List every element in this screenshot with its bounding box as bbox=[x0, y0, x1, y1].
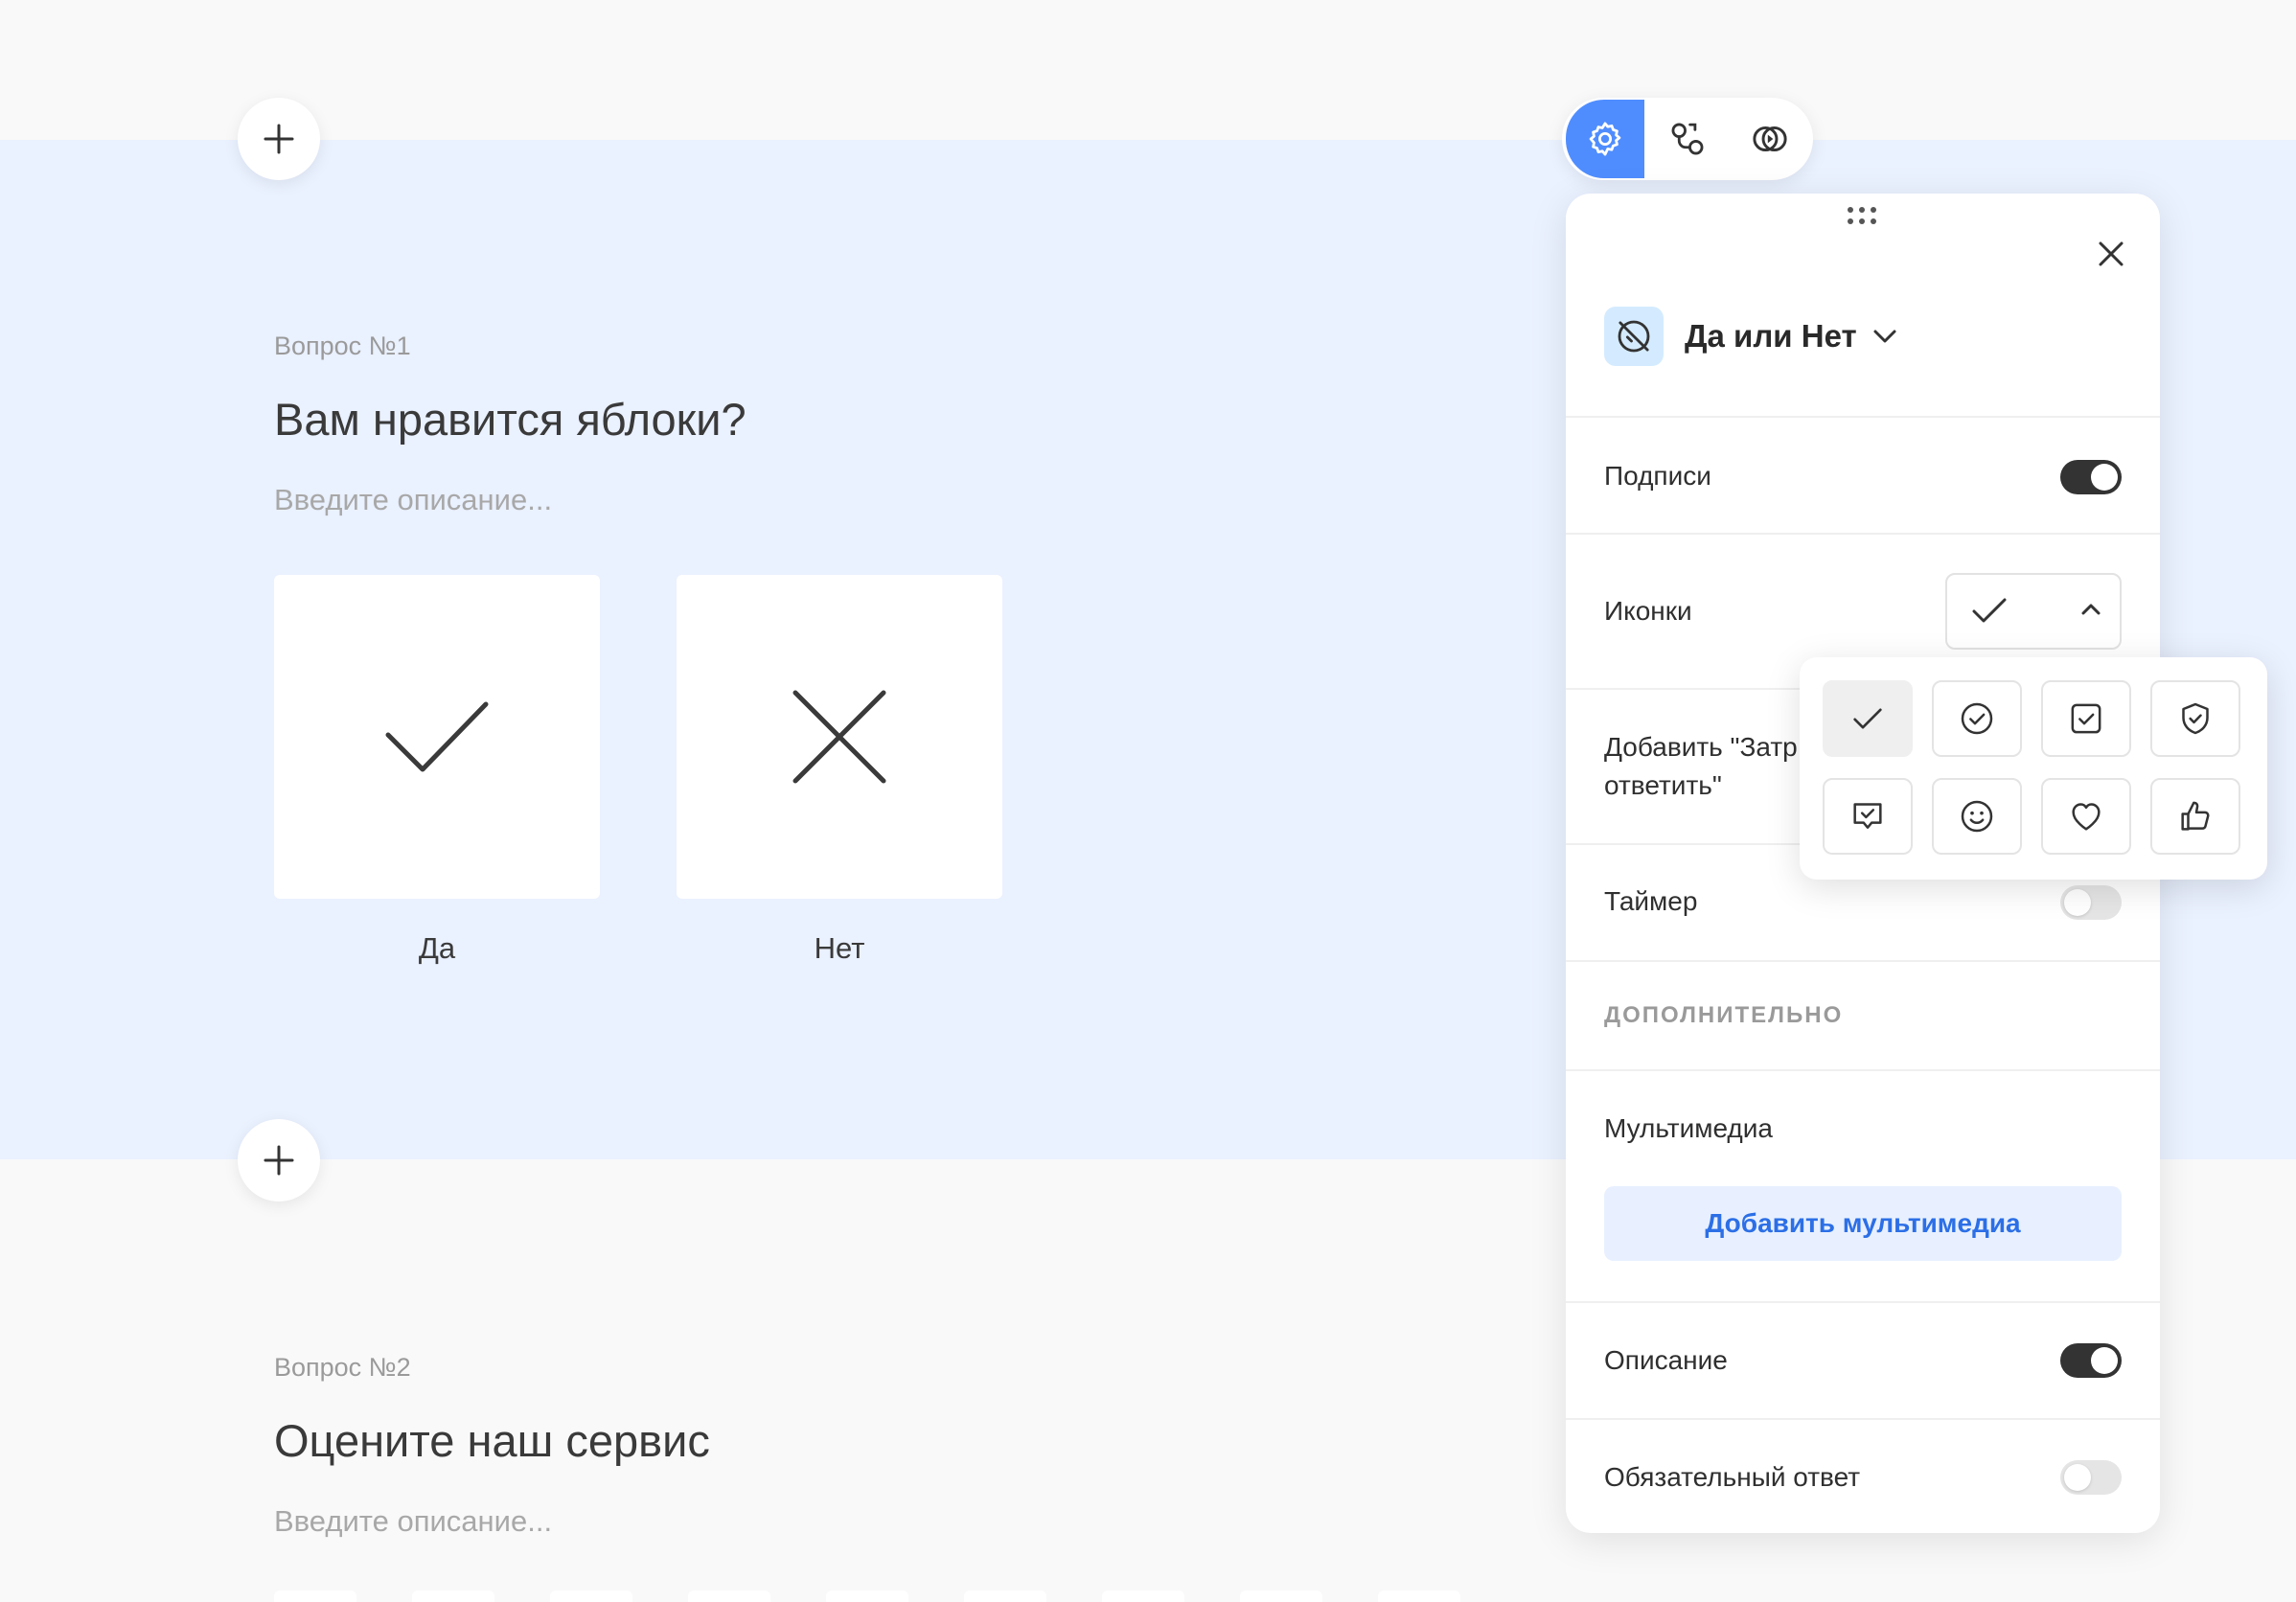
divider bbox=[1566, 416, 2160, 418]
rating-option[interactable] bbox=[1378, 1591, 1460, 1602]
check-icon bbox=[385, 701, 489, 772]
question-description-input[interactable]: Введите описание... bbox=[274, 483, 552, 517]
check-circle-icon bbox=[1961, 702, 1993, 735]
question-number: Вопрос №1 bbox=[274, 332, 411, 360]
timer-label: Таймер bbox=[1604, 886, 1698, 916]
section-header-additional: ДОПОЛНИТЕЛЬНО bbox=[1604, 1002, 1844, 1028]
logic-tab-button[interactable] bbox=[1648, 100, 1727, 178]
rating-option[interactable] bbox=[826, 1591, 908, 1602]
timer-toggle[interactable] bbox=[2060, 885, 2122, 920]
icon-option-thumbs-up[interactable] bbox=[2150, 778, 2240, 855]
skip-option-label: Добавить "Затр bbox=[1604, 732, 1798, 762]
rating-option[interactable] bbox=[550, 1591, 632, 1602]
divider bbox=[1566, 1069, 2160, 1071]
answer-yes-label: Да bbox=[418, 931, 456, 965]
chevron-down-icon bbox=[1872, 329, 1897, 344]
icon-option-check-square[interactable] bbox=[2041, 680, 2131, 757]
question-title[interactable]: Вам нравится яблоки? bbox=[274, 393, 746, 446]
icons-label: Иконки bbox=[1604, 596, 1692, 626]
check-message-icon bbox=[1853, 803, 1882, 829]
divider bbox=[1566, 1418, 2160, 1420]
add-question-button[interactable] bbox=[238, 1119, 320, 1202]
page-top-area bbox=[0, 0, 2296, 140]
question-toolbar bbox=[1562, 98, 1813, 180]
question-description-input[interactable]: Введите описание... bbox=[274, 1504, 552, 1539]
question-type-selector[interactable]: Да или Нет bbox=[1604, 305, 1897, 368]
add-multimedia-button[interactable]: Добавить мультимедиа bbox=[1604, 1186, 2122, 1261]
icon-option-heart[interactable] bbox=[2041, 778, 2131, 855]
answer-no-label: Нет bbox=[814, 931, 865, 965]
smile-icon bbox=[1961, 800, 1993, 833]
question-type-name: Да или Нет bbox=[1685, 318, 1857, 354]
required-answer-label: Обязательный ответ bbox=[1604, 1462, 1861, 1492]
gear-icon bbox=[1589, 122, 1621, 156]
rating-option[interactable] bbox=[964, 1591, 1046, 1602]
thumbs-up-icon bbox=[2181, 801, 2210, 831]
divider bbox=[1566, 960, 2160, 962]
close-panel-button[interactable] bbox=[2089, 232, 2133, 276]
divider bbox=[1566, 533, 2160, 535]
multimedia-label: Мультимедиа bbox=[1604, 1113, 1773, 1143]
description-toggle[interactable] bbox=[2060, 1343, 2122, 1378]
question-number: Вопрос №2 bbox=[274, 1353, 411, 1382]
rating-option[interactable] bbox=[1102, 1591, 1184, 1602]
rating-option[interactable] bbox=[1240, 1591, 1322, 1602]
skip-option-label: ответить" bbox=[1604, 770, 1722, 800]
check-square-icon bbox=[2071, 703, 2101, 734]
icon-option-check[interactable] bbox=[1823, 680, 1913, 757]
check-icon bbox=[1853, 708, 1882, 729]
drag-handle-icon[interactable] bbox=[1845, 205, 1879, 226]
captions-toggle[interactable] bbox=[2060, 460, 2122, 494]
answer-yes-card[interactable] bbox=[274, 575, 600, 899]
icon-picker-popup bbox=[1800, 657, 2267, 880]
yes-no-type-icon bbox=[1604, 307, 1664, 366]
rating-options-row bbox=[274, 1591, 1520, 1602]
chevron-up-icon bbox=[2079, 598, 2102, 621]
answer-no-card[interactable] bbox=[677, 575, 1002, 899]
icon-option-check-message[interactable] bbox=[1823, 778, 1913, 855]
preview-tab-button[interactable] bbox=[1731, 100, 1809, 178]
description-label: Описание bbox=[1604, 1345, 1728, 1375]
logic-icon bbox=[1671, 123, 1704, 155]
divider bbox=[1566, 1301, 2160, 1303]
plus-icon bbox=[264, 1145, 294, 1176]
check-shield-icon bbox=[2182, 702, 2209, 735]
icon-option-smile[interactable] bbox=[1932, 778, 2022, 855]
rating-option[interactable] bbox=[688, 1591, 770, 1602]
icon-option-check-circle[interactable] bbox=[1932, 680, 2022, 757]
icon-option-check-shield[interactable] bbox=[2150, 680, 2240, 757]
close-icon bbox=[2099, 241, 2124, 266]
check-icon bbox=[1970, 592, 2009, 629]
captions-label: Подписи bbox=[1604, 461, 1711, 491]
required-answer-toggle[interactable] bbox=[2060, 1460, 2122, 1495]
question-title[interactable]: Оцените наш сервис bbox=[274, 1414, 710, 1467]
heart-icon bbox=[2072, 803, 2101, 831]
cross-icon bbox=[792, 690, 886, 784]
plus-icon bbox=[264, 124, 294, 154]
icons-select[interactable] bbox=[1945, 573, 2122, 650]
rating-option[interactable] bbox=[412, 1591, 494, 1602]
settings-tab-button[interactable] bbox=[1566, 100, 1644, 178]
add-question-button[interactable] bbox=[238, 98, 320, 180]
preview-icon bbox=[1753, 126, 1787, 152]
rating-option[interactable] bbox=[274, 1591, 356, 1602]
